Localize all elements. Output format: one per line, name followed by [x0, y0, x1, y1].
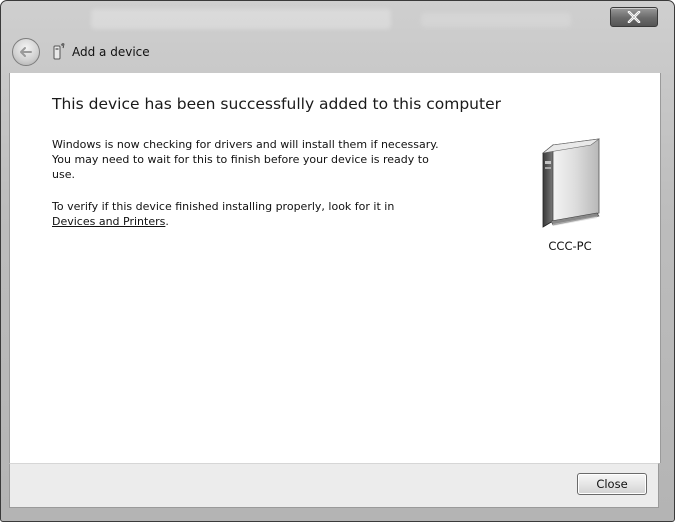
glass-texture	[91, 9, 391, 29]
dialog-footer: Close	[9, 463, 659, 508]
device-icon	[53, 43, 65, 60]
window-title: Add a device	[72, 45, 150, 59]
window-close-button[interactable]	[610, 7, 658, 27]
close-button[interactable]: Close	[577, 473, 647, 495]
verify-info-suffix: .	[165, 215, 169, 228]
glass-texture	[421, 13, 571, 27]
navigation-bar: Add a device	[9, 35, 150, 69]
device-label: CCC-PC	[548, 239, 592, 253]
page-title: This device has been successfully added …	[52, 95, 501, 113]
verify-info-prefix: To verify if this device finished instal…	[52, 200, 395, 213]
back-button[interactable]	[12, 38, 40, 66]
close-icon	[627, 11, 641, 23]
back-arrow-icon	[20, 47, 32, 57]
add-device-window: Add a device This device has been succes…	[0, 0, 675, 522]
devices-and-printers-link[interactable]: Devices and Printers	[52, 215, 165, 228]
driver-info-text: Windows is now checking for drivers and …	[52, 138, 439, 181]
verify-info-text: To verify if this device finished instal…	[52, 199, 452, 229]
content-area: This device has been successfully added …	[9, 73, 661, 463]
computer-tower-icon	[541, 138, 601, 228]
